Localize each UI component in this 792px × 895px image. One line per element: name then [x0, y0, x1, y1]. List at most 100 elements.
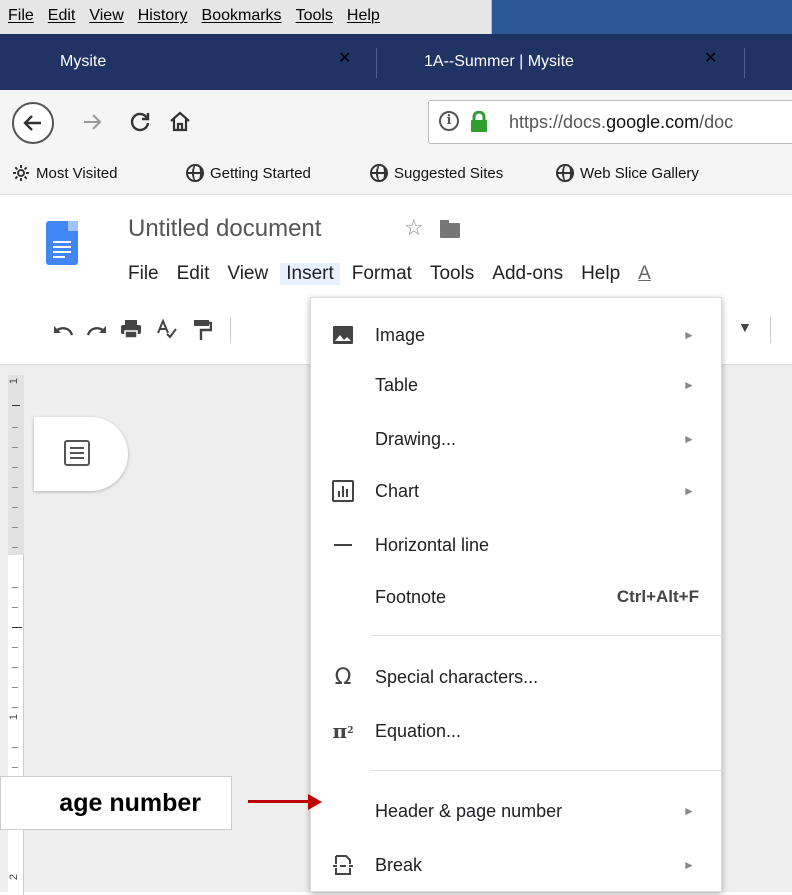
submenu-arrow-icon: ►	[683, 858, 695, 872]
close-tab-icon[interactable]: ✕	[338, 48, 351, 68]
docs-menu-view[interactable]: View	[227, 263, 268, 285]
bookmark-label: Getting Started	[210, 164, 311, 182]
redo-icon[interactable]	[86, 323, 108, 337]
annotation-arrow-line	[248, 800, 312, 803]
browser-menu-list: File Edit View History Bookmarks Tools H…	[8, 7, 380, 25]
ruler-number: 2	[8, 873, 21, 881]
forward-button[interactable]	[80, 110, 104, 141]
home-button[interactable]	[168, 110, 192, 141]
menu-separator	[371, 635, 723, 636]
navigation-bar: i https://docs.google.com/doc	[0, 90, 792, 155]
undo-icon[interactable]	[52, 323, 74, 337]
menu-item-equation[interactable]: π2 Equation...	[311, 704, 723, 758]
menu-item-table[interactable]: Table ►	[311, 358, 723, 412]
menu-item-break[interactable]: Break ►	[311, 838, 723, 892]
browser-menubar: File Edit View History Bookmarks Tools H…	[0, 0, 792, 34]
tab-summer[interactable]: 1A--Summer | Mysite	[424, 34, 724, 90]
menu-item-label: Drawing...	[375, 428, 457, 449]
url-prefix: https://docs.	[509, 112, 607, 132]
docs-header: Untitled document ☆ File Edit View Inser…	[0, 195, 792, 295]
menu-item-label: Horizontal line	[375, 534, 490, 555]
submenu-arrow-icon: ►	[683, 804, 695, 818]
menu-item-label: Table	[375, 374, 419, 395]
paint-format-icon[interactable]	[192, 319, 212, 341]
menu-item-label: Footnote	[375, 586, 447, 607]
insert-menu: Image ► Table ► Drawing... ► Chart ► Hor…	[310, 297, 723, 892]
tab-title: 1A--Summer | Mysite	[424, 53, 574, 70]
menu-item-chart[interactable]: Chart ►	[311, 464, 723, 518]
menu-item-label: Image	[375, 324, 426, 345]
submenu-arrow-icon: ►	[683, 378, 695, 392]
tab-divider	[744, 48, 745, 78]
docs-menu-tools[interactable]: Tools	[430, 263, 474, 285]
bookmark-label: Web Slice Gallery	[580, 164, 699, 182]
menu-item-image[interactable]: Image ►	[311, 308, 723, 362]
docs-menu-bar: File Edit View Insert Format Tools Add-o…	[128, 263, 669, 285]
annotation-arrowhead-icon	[308, 794, 322, 810]
browser-menu-bookmarks[interactable]: Bookmarks	[202, 7, 282, 25]
submenu-arrow-icon: ►	[683, 432, 695, 446]
browser-menu-history[interactable]: History	[138, 7, 188, 25]
horizontal-line-icon	[331, 533, 355, 557]
browser-menu-help[interactable]: Help	[347, 7, 380, 25]
back-button[interactable]	[12, 102, 54, 144]
ruler-number: 1	[8, 377, 21, 385]
reload-button[interactable]	[128, 110, 152, 141]
star-icon[interactable]: ☆	[404, 215, 424, 241]
menu-item-header-page-number[interactable]: Header & page number ►	[311, 784, 723, 838]
bookmark-getting-started[interactable]: Getting Started	[186, 164, 311, 182]
docs-menu-format[interactable]: Format	[352, 263, 412, 285]
menu-item-drawing[interactable]: Drawing... ►	[311, 412, 723, 466]
docs-menu-insert[interactable]: Insert	[280, 263, 340, 285]
url-domain: google.com	[606, 112, 700, 132]
tab-bar: Mysite ✕ 1A--Summer | Mysite ✕	[0, 34, 792, 90]
globe-icon	[370, 164, 388, 182]
toolbar-divider	[230, 317, 231, 343]
ruler-margin	[8, 375, 24, 555]
docs-menu-file[interactable]: File	[128, 263, 159, 285]
browser-menu-edit[interactable]: Edit	[48, 7, 76, 25]
bookmark-web-slice-gallery[interactable]: Web Slice Gallery	[556, 164, 699, 182]
menu-item-label: Equation...	[375, 720, 462, 741]
forward-arrow-icon	[84, 114, 102, 130]
chart-icon	[331, 479, 355, 503]
gear-icon	[13, 165, 29, 181]
menu-item-label: Break	[375, 854, 423, 875]
menu-item-label: Special characters...	[375, 666, 539, 687]
address-bar[interactable]: i https://docs.google.com/doc	[428, 100, 792, 144]
browser-menu-file[interactable]: File	[8, 7, 34, 25]
bookmark-label: Suggested Sites	[394, 164, 504, 182]
docs-menu-help[interactable]: Help	[581, 263, 620, 285]
menu-item-horizontal-line[interactable]: Horizontal line	[311, 518, 723, 572]
folder-icon[interactable]	[440, 220, 460, 238]
docs-menu-addons[interactable]: Add-ons	[492, 263, 563, 285]
globe-icon	[186, 164, 204, 182]
pi-icon: π2	[332, 719, 354, 743]
menu-item-shortcut: Ctrl+Alt+F	[616, 587, 699, 606]
url-suffix: /doc	[699, 112, 734, 132]
menu-item-label: Header & page number	[375, 800, 563, 821]
dropdown-arrow-icon[interactable]: ▼	[738, 319, 752, 335]
bookmark-suggested-sites[interactable]: Suggested Sites	[370, 164, 503, 182]
tab-mysite[interactable]: Mysite	[60, 34, 360, 90]
site-info-icon[interactable]: i	[439, 111, 459, 131]
break-icon	[331, 853, 355, 877]
document-title[interactable]: Untitled document	[128, 215, 321, 243]
docs-logo-icon[interactable]	[46, 221, 78, 265]
browser-menu-view[interactable]: View	[89, 7, 123, 25]
print-icon[interactable]	[120, 319, 142, 339]
image-icon	[331, 323, 355, 347]
browser-menu-tools[interactable]: Tools	[296, 7, 333, 25]
bookmark-most-visited[interactable]: Most Visited	[12, 164, 117, 182]
globe-icon	[556, 164, 574, 182]
menu-item-special-characters[interactable]: Ω Special characters...	[311, 650, 723, 704]
close-tab-icon[interactable]: ✕	[704, 48, 717, 68]
docs-menu-edit[interactable]: Edit	[177, 263, 210, 285]
back-arrow-icon	[23, 115, 41, 131]
spellcheck-icon[interactable]	[156, 319, 178, 339]
menu-item-footnote[interactable]: Footnote Ctrl+Alt+F	[311, 570, 723, 624]
annotation-callout: age number	[0, 776, 232, 830]
docs-menu-overflow[interactable]: A	[638, 263, 651, 285]
document-outline-button[interactable]	[34, 417, 128, 491]
ruler-number: 1	[8, 713, 21, 721]
